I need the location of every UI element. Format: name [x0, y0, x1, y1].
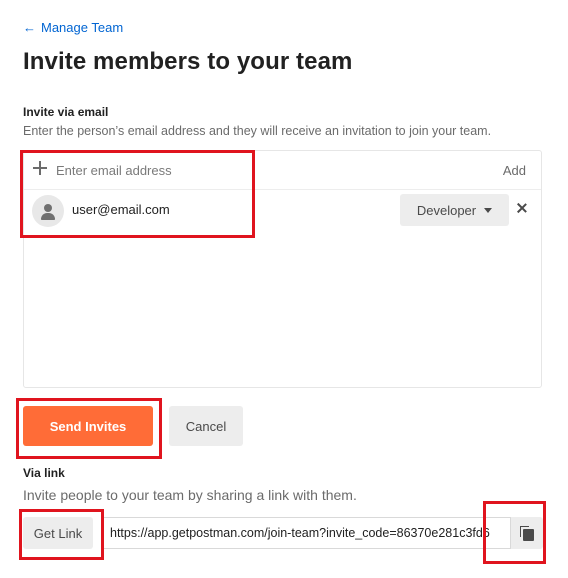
- avatar-head: [44, 204, 52, 212]
- via-link-label: Via link: [23, 466, 65, 480]
- avatar-body: [41, 213, 55, 220]
- copy-icon-front: [523, 529, 534, 541]
- invite-members-page: ← Manage Team Invite members to your tea…: [0, 0, 568, 578]
- arrow-left-icon: ←: [23, 20, 36, 35]
- invitee-email: user@email.com: [72, 202, 170, 217]
- email-input[interactable]: [56, 160, 356, 180]
- invitee-list-box: Add user@email.com Developer: [23, 150, 542, 388]
- role-dropdown[interactable]: Developer: [400, 194, 509, 226]
- email-entry-row: Add: [24, 151, 541, 190]
- add-email-button[interactable]: Add: [503, 163, 526, 178]
- invite-link-input[interactable]: [102, 518, 510, 548]
- page-title: Invite members to your team: [23, 48, 353, 75]
- via-link-description: Invite people to your team by sharing a …: [23, 487, 357, 503]
- user-avatar-icon: [32, 195, 64, 227]
- invite-link-field: [101, 517, 511, 549]
- invite-via-email-label: Invite via email: [23, 105, 109, 119]
- plus-icon: [33, 161, 47, 175]
- remove-invitee-icon[interactable]: [515, 201, 529, 215]
- back-to-manage-team-link[interactable]: ← Manage Team: [23, 20, 123, 35]
- send-invites-button[interactable]: Send Invites: [23, 406, 153, 446]
- back-link-label: Manage Team: [41, 20, 124, 35]
- cancel-button[interactable]: Cancel: [169, 406, 243, 446]
- invite-via-email-description: Enter the person’s email address and the…: [23, 124, 492, 138]
- copy-link-button[interactable]: [511, 517, 543, 549]
- caret-down-icon: [484, 207, 493, 213]
- role-dropdown-value: Developer: [416, 202, 477, 218]
- invitee-row: user@email.com Developer: [24, 191, 541, 231]
- get-link-button[interactable]: Get Link: [23, 517, 93, 549]
